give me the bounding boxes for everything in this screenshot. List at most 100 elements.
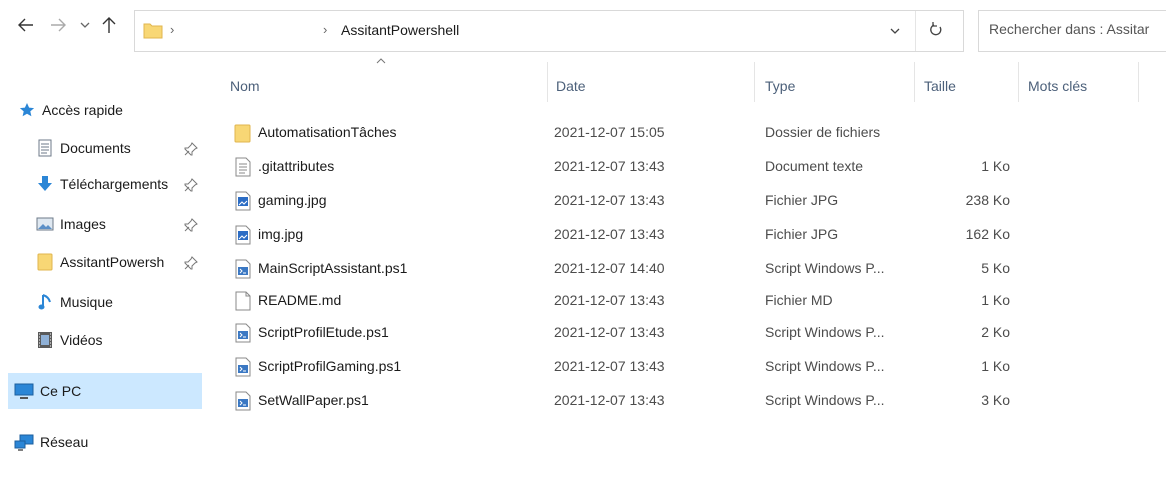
search-placeholder: Rechercher dans : Assitar <box>989 21 1150 37</box>
breadcrumb-separator[interactable]: › <box>170 22 174 37</box>
file-type: Fichier MD <box>765 292 833 308</box>
file-name: img.jpg <box>258 226 304 242</box>
file-name: gaming.jpg <box>258 192 327 208</box>
file-row[interactable]: ScriptProfilGaming.ps1 2021-12-07 13:43 … <box>226 352 1166 382</box>
file-name: ScriptProfilEtude.ps1 <box>258 324 389 340</box>
column-header-tags[interactable]: Mots clés <box>1028 78 1087 94</box>
column-separator[interactable] <box>547 62 548 102</box>
column-separator[interactable] <box>1138 62 1139 102</box>
chevron-down-icon <box>80 22 90 28</box>
image-file-icon <box>235 191 251 211</box>
file-date: 2021-12-07 13:43 <box>554 158 665 174</box>
file-size: 1 Ko <box>981 358 1010 374</box>
file-size: 5 Ko <box>981 260 1010 276</box>
column-separator[interactable] <box>1018 62 1019 102</box>
sidebar-item-assitantpowershell[interactable]: AssitantPowersh <box>36 248 164 276</box>
sidebar-item-downloads[interactable]: Téléchargements <box>36 170 168 198</box>
file-row[interactable]: MainScriptAssistant.ps1 2021-12-07 14:40… <box>226 254 1166 284</box>
column-header-type[interactable]: Type <box>765 78 795 94</box>
network-icon <box>14 433 34 451</box>
file-row[interactable]: img.jpg 2021-12-07 13:43 Fichier JPG 162… <box>226 220 1166 250</box>
pin-icon[interactable] <box>184 142 198 156</box>
file-name: README.md <box>258 292 342 308</box>
forward-button[interactable] <box>50 18 66 32</box>
images-icon <box>36 215 54 233</box>
sidebar-item-label: Ce PC <box>40 383 82 399</box>
powershell-script-icon <box>235 357 251 377</box>
documents-icon <box>36 139 54 157</box>
column-header-name[interactable]: Nom <box>230 78 260 94</box>
column-separator[interactable] <box>914 62 915 102</box>
file-type: Document texte <box>765 158 864 174</box>
pin-icon[interactable] <box>184 256 198 270</box>
file-row[interactable]: AutomatisationTâches 2021-12-07 15:05 Do… <box>226 118 1166 148</box>
file-date: 2021-12-07 13:43 <box>554 392 665 408</box>
file-type: Script Windows P... <box>765 392 885 408</box>
powershell-script-icon <box>235 391 251 411</box>
sidebar-item-network[interactable]: Réseau <box>14 428 88 456</box>
sidebar-item-images[interactable]: Images <box>36 210 106 238</box>
text-file-icon <box>235 157 251 177</box>
image-file-icon <box>235 225 251 245</box>
file-type: Script Windows P... <box>765 324 885 340</box>
back-button[interactable] <box>18 18 34 32</box>
file-type: Dossier de fichiers <box>765 124 881 140</box>
sidebar-item-videos[interactable]: Vidéos <box>36 326 103 354</box>
videos-icon <box>36 331 54 349</box>
column-separator[interactable] <box>754 62 755 102</box>
file-row[interactable]: SetWallPaper.ps1 2021-12-07 13:43 Script… <box>226 386 1166 416</box>
refresh-button[interactable] <box>929 22 943 38</box>
sidebar-item-quick-access[interactable]: Accès rapide <box>18 96 123 124</box>
sidebar-item-documents[interactable]: Documents <box>36 134 131 162</box>
sidebar-item-label: Musique <box>60 294 113 310</box>
sidebar-item-label: Réseau <box>40 434 89 450</box>
star-icon <box>18 101 36 119</box>
pin-icon[interactable] <box>184 178 198 192</box>
breadcrumb-separator[interactable]: › <box>323 22 327 37</box>
recent-locations-button[interactable] <box>80 22 90 28</box>
file-date: 2021-12-07 13:43 <box>554 226 665 242</box>
download-icon <box>36 175 54 193</box>
arrow-right-icon <box>51 18 66 32</box>
column-header-size[interactable]: Taille <box>924 78 956 94</box>
sidebar-item-this-pc[interactable]: Ce PC <box>14 377 81 405</box>
breadcrumb-current[interactable]: AssitantPowershell <box>341 22 459 38</box>
sidebar-item-label: Images <box>60 216 106 232</box>
file-size: 2 Ko <box>981 324 1010 340</box>
file-type: Script Windows P... <box>765 358 885 374</box>
powershell-script-icon <box>235 259 251 279</box>
file-row[interactable]: gaming.jpg 2021-12-07 13:43 Fichier JPG … <box>226 186 1166 216</box>
divider <box>915 11 916 51</box>
up-button[interactable] <box>102 16 116 34</box>
sidebar-item-label: Documents <box>60 140 131 156</box>
sidebar-item-label: AssitantPowersh <box>60 254 165 270</box>
column-header-date[interactable]: Date <box>556 78 586 94</box>
address-dropdown-button[interactable] <box>890 24 900 38</box>
file-size: 162 Ko <box>965 226 1010 242</box>
music-icon <box>36 293 54 311</box>
file-name: .gitattributes <box>258 158 335 174</box>
file-date: 2021-12-07 14:40 <box>554 260 665 276</box>
folder-icon <box>234 124 251 143</box>
file-date: 2021-12-07 13:43 <box>554 192 665 208</box>
file-row[interactable]: README.md 2021-12-07 13:43 Fichier MD 1 … <box>226 286 1166 316</box>
pin-icon[interactable] <box>184 218 198 232</box>
file-date: 2021-12-07 13:43 <box>554 292 665 308</box>
sidebar-item-music[interactable]: Musique <box>36 288 113 316</box>
arrow-left-icon <box>18 18 33 32</box>
file-type: Fichier JPG <box>765 192 839 208</box>
blank-file-icon <box>235 291 251 311</box>
file-row[interactable]: .gitattributes 2021-12-07 13:43 Document… <box>226 152 1166 182</box>
file-date: 2021-12-07 13:43 <box>554 358 665 374</box>
address-bar[interactable]: › › AssitantPowershell <box>134 10 964 52</box>
file-name: ScriptProfilGaming.ps1 <box>258 358 402 374</box>
sidebar-item-label: Téléchargements <box>60 176 169 192</box>
file-row[interactable]: ScriptProfilEtude.ps1 2021-12-07 13:43 S… <box>226 318 1166 348</box>
sort-ascending-icon <box>376 58 386 64</box>
arrow-up-icon <box>102 17 116 33</box>
file-date: 2021-12-07 15:05 <box>554 124 665 140</box>
folder-icon <box>143 21 163 39</box>
refresh-icon <box>930 22 942 36</box>
file-size: 238 Ko <box>965 192 1010 208</box>
search-input[interactable]: Rechercher dans : Assitar <box>978 10 1166 52</box>
